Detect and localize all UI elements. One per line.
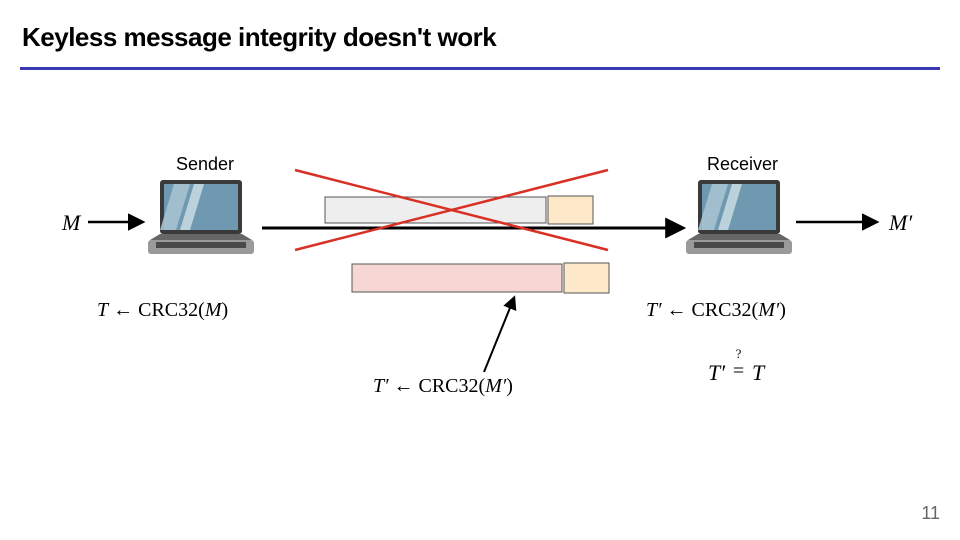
slide: Keyless message integrity doesn't work S… xyxy=(0,0,960,540)
diagram-svg xyxy=(0,0,960,540)
box-T xyxy=(548,196,593,224)
receiver-laptop-icon xyxy=(686,180,792,254)
arrow-attacker-to-forged xyxy=(484,298,514,372)
box-M xyxy=(325,197,546,223)
box-Mprime xyxy=(352,264,562,292)
box-Tprime xyxy=(564,263,609,293)
sender-laptop-icon xyxy=(148,180,254,254)
